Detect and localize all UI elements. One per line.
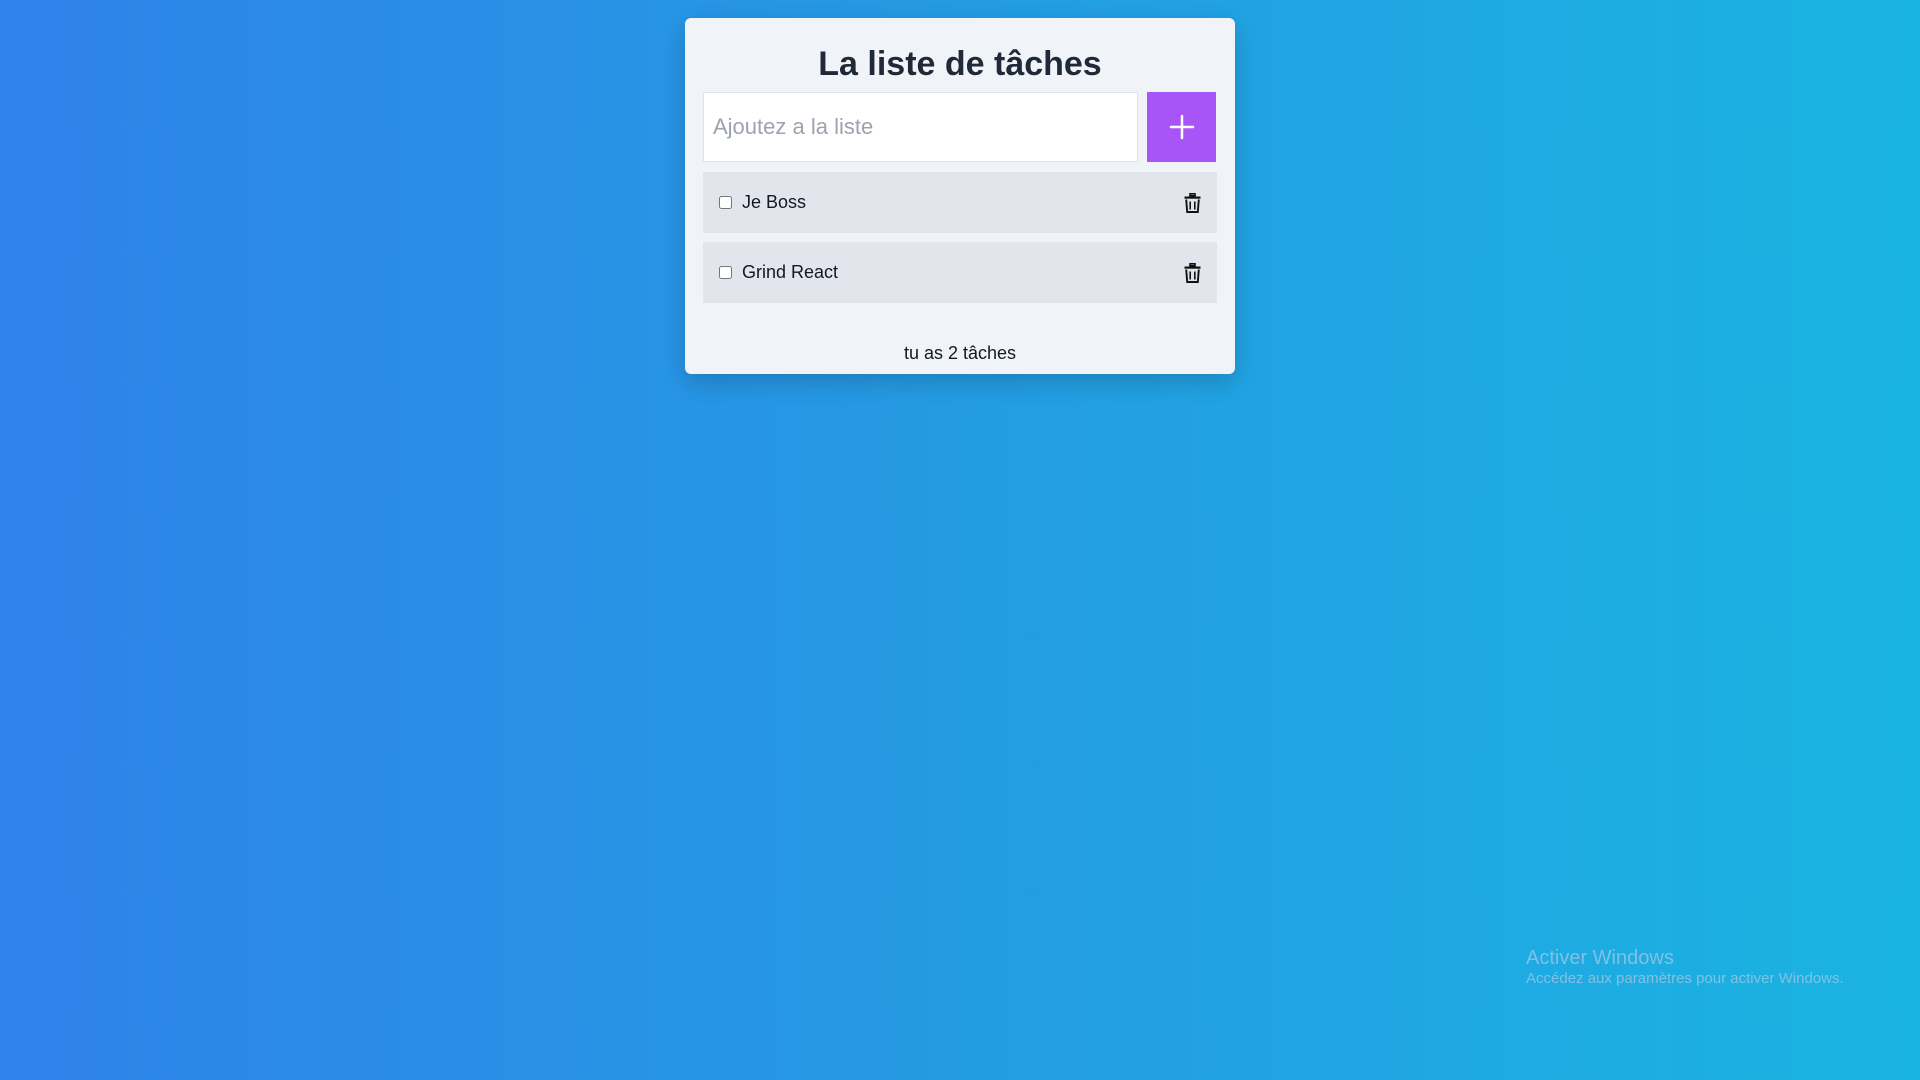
task-list: Je Boss Grind React: [703, 172, 1217, 312]
add-task-form: [703, 92, 1217, 162]
task-label: Je Boss: [742, 192, 807, 212]
todo-card: La liste de tâches Je Boss: [685, 18, 1235, 374]
task-counter: tu as 2 tâches: [903, 343, 1017, 363]
windows-activation-watermark: Activer Windows Accédez aux paramètres p…: [1526, 946, 1844, 988]
trash-icon: [1184, 192, 1200, 213]
page-title: La liste de tâches: [818, 45, 1102, 83]
task-checkbox[interactable]: [719, 266, 732, 279]
watermark-subtitle: Accédez aux paramètres pour activer Wind…: [1526, 970, 1844, 987]
trash-icon: [1184, 262, 1200, 283]
delete-task-button[interactable]: [1182, 262, 1202, 284]
watermark-title: Activer Windows: [1526, 947, 1674, 969]
plus-icon: [1169, 114, 1194, 140]
task-label: Grind React: [742, 262, 839, 282]
add-task-input[interactable]: [703, 92, 1138, 162]
task-item: Grind React: [703, 242, 1217, 303]
task-checkbox[interactable]: [719, 196, 732, 209]
task-item: Je Boss: [703, 172, 1217, 233]
delete-task-button[interactable]: [1182, 192, 1202, 214]
add-task-button[interactable]: [1147, 92, 1216, 162]
